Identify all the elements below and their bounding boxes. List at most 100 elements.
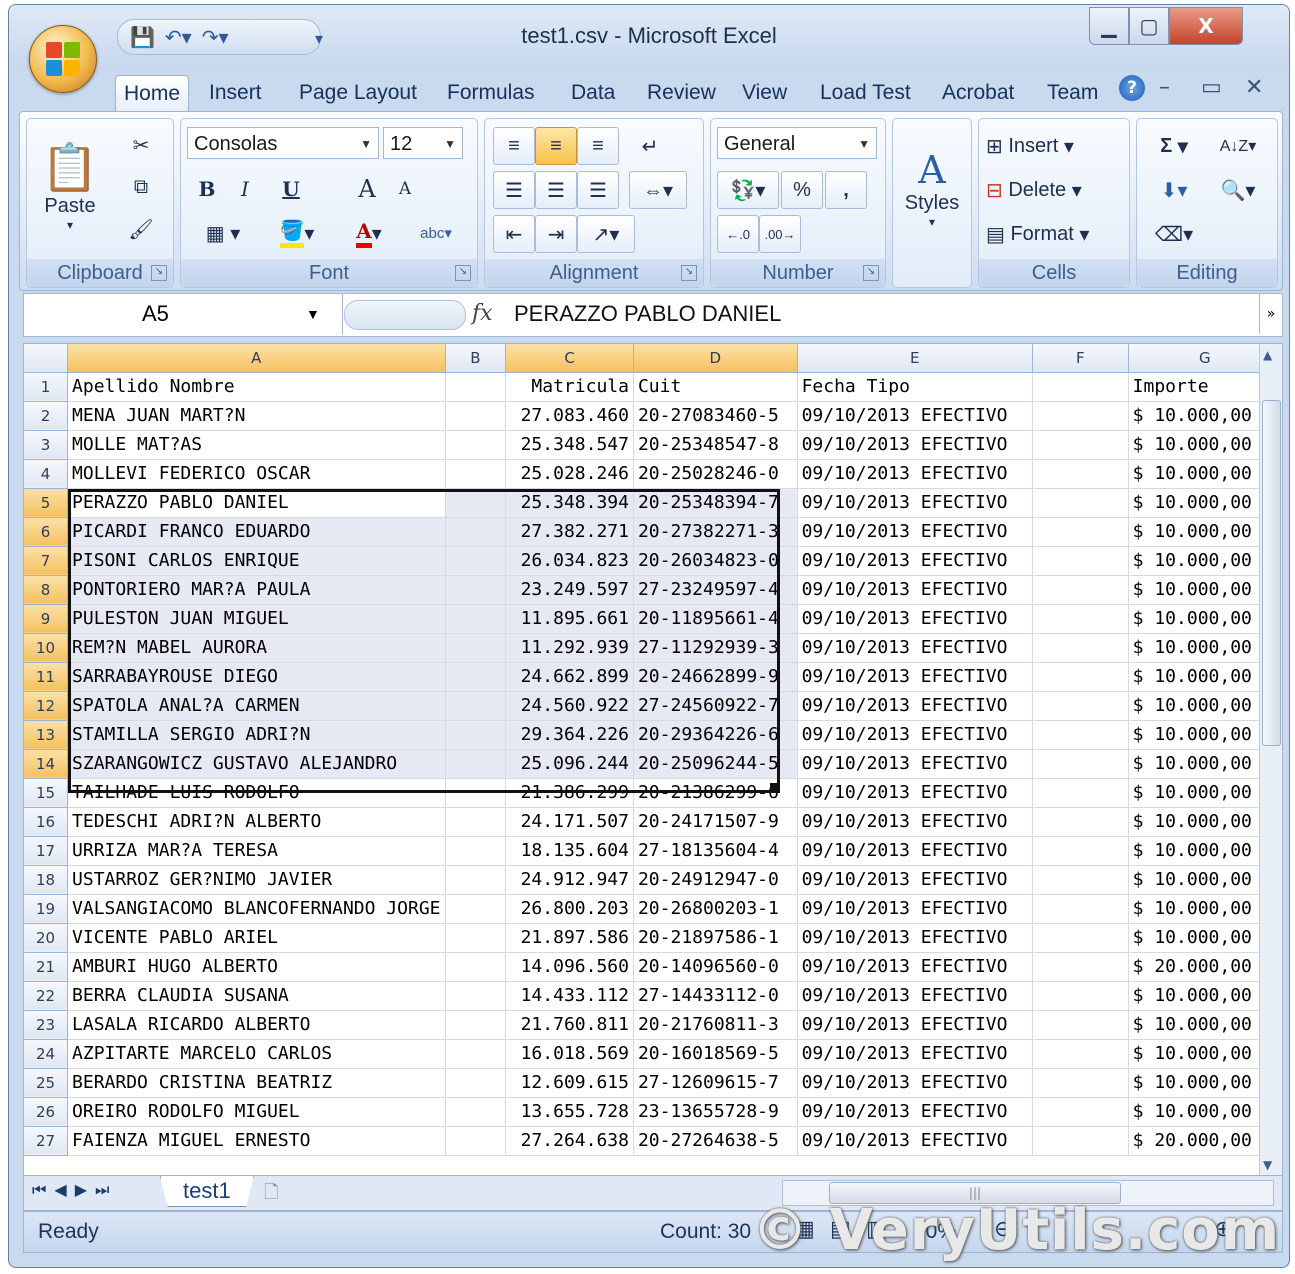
cell-b[interactable] — [445, 401, 507, 431]
cell-d[interactable]: 20-26034823-0 — [633, 546, 798, 576]
clipboard-launcher-icon[interactable]: ↘ — [151, 265, 167, 281]
cell-c[interactable]: 14.433.112 — [505, 981, 634, 1011]
paste-button[interactable]: 📋 Paste ▾ — [33, 125, 107, 247]
alignment-launcher-icon[interactable]: ↘ — [681, 265, 697, 281]
cell-b[interactable] — [445, 517, 507, 547]
cell-f[interactable] — [1032, 459, 1129, 489]
cell-e[interactable]: 09/10/2013 EFECTIVO — [797, 1097, 1033, 1127]
cell-b[interactable] — [445, 807, 507, 837]
office-button[interactable] — [29, 25, 97, 93]
tab-acrobat[interactable]: Acrobat — [934, 75, 1022, 111]
row-header[interactable]: 4 — [24, 459, 69, 489]
column-header-a[interactable]: A — [67, 344, 446, 373]
cell-d[interactable]: 20-16018569-5 — [633, 1039, 798, 1069]
cell-d[interactable]: 23-13655728-9 — [633, 1097, 798, 1127]
cell-e[interactable]: 09/10/2013 EFECTIVO — [797, 1126, 1033, 1156]
cell-b[interactable] — [445, 546, 507, 576]
font-name-select[interactable]: Consolas ▼ — [187, 127, 379, 159]
row-header[interactable]: 5 — [24, 488, 69, 518]
cell-a[interactable]: FAIENZA MIGUEL ERNESTO — [67, 1126, 446, 1156]
cell-c[interactable]: 24.171.507 — [505, 807, 634, 837]
cell-c[interactable]: 14.096.560 — [505, 952, 634, 982]
column-header-b[interactable]: B — [445, 344, 507, 373]
cell-b[interactable] — [445, 604, 507, 634]
row-header[interactable]: 23 — [24, 1010, 69, 1040]
cell-f[interactable] — [1032, 807, 1129, 837]
cell-f[interactable] — [1032, 1010, 1129, 1040]
cell-f[interactable] — [1032, 981, 1129, 1011]
merge-center-icon[interactable]: ⇔▾ — [629, 171, 687, 209]
cell-c[interactable]: Matricula — [505, 372, 634, 402]
cell-c[interactable]: 11.895.661 — [505, 604, 634, 634]
cell-c[interactable]: 13.655.728 — [505, 1097, 634, 1127]
row-header[interactable]: 24 — [24, 1039, 69, 1069]
cell-b[interactable] — [445, 1097, 507, 1127]
number-format-select[interactable]: General ▼ — [717, 127, 877, 159]
row-header[interactable]: 6 — [24, 517, 69, 547]
cell-a[interactable]: PISONI CARLOS ENRIQUE — [67, 546, 446, 576]
row-header[interactable]: 11 — [24, 662, 69, 692]
cell-b[interactable] — [445, 894, 507, 924]
delete-cells-button[interactable]: ⊟ Delete ▾ — [985, 171, 1123, 209]
cell-e[interactable]: 09/10/2013 EFECTIVO — [797, 691, 1033, 721]
align-center-icon[interactable]: ☰ — [535, 171, 577, 209]
cell-c[interactable]: 21.897.586 — [505, 923, 634, 953]
cell-d[interactable]: 20-27083460-5 — [633, 401, 798, 431]
cell-f[interactable] — [1032, 923, 1129, 953]
cell-d[interactable]: 20-27264638-5 — [633, 1126, 798, 1156]
tab-view[interactable]: View — [734, 75, 795, 111]
cell-e[interactable]: 09/10/2013 EFECTIVO — [797, 894, 1033, 924]
cell-a[interactable]: MOLLEVI FEDERICO OSCAR — [67, 459, 446, 489]
help-icon[interactable]: ? — [1119, 75, 1145, 101]
styles-button[interactable]: A Styles ▾ — [897, 125, 967, 251]
cell-a[interactable]: TAILHADE LUIS RODOLFO — [67, 778, 446, 808]
cell-b[interactable] — [445, 488, 507, 518]
align-top-icon[interactable]: ≡ — [493, 127, 535, 165]
cell-f[interactable] — [1032, 575, 1129, 605]
scroll-up-icon[interactable]: ▲ — [1263, 348, 1272, 362]
cell-f[interactable] — [1032, 1068, 1129, 1098]
decrease-decimal-icon[interactable]: .00→ — [759, 215, 801, 253]
cell-a[interactable]: URRIZA MAR?A TERESA — [67, 836, 446, 866]
autosum-button[interactable]: Σ ▾ — [1143, 127, 1205, 165]
tab-team[interactable]: Team — [1039, 75, 1106, 111]
cell-b[interactable] — [445, 865, 507, 895]
spreadsheet-grid[interactable]: A B C D E F G 1 Apellido Nombre Matricula C… — [23, 343, 1283, 1177]
row-header[interactable]: 20 — [24, 923, 69, 953]
cell-c[interactable]: 18.135.604 — [505, 836, 634, 866]
cell-f[interactable] — [1032, 401, 1129, 431]
row-header[interactable]: 13 — [24, 720, 69, 750]
row-header[interactable]: 10 — [24, 633, 69, 663]
format-cells-button[interactable]: ▤ Format ▾ — [985, 215, 1123, 253]
font-launcher-icon[interactable]: ↘ — [455, 265, 471, 281]
cell-a[interactable]: REM?N MABEL AURORA — [67, 633, 446, 663]
cell-b[interactable] — [445, 952, 507, 982]
row-header[interactable]: 2 — [24, 401, 69, 431]
cell-b[interactable] — [445, 720, 507, 750]
expand-formula-bar-icon[interactable]: » — [1259, 294, 1282, 334]
column-header-c[interactable]: C — [505, 344, 634, 373]
cell-b[interactable] — [445, 923, 507, 953]
cell-e[interactable]: 09/10/2013 EFECTIVO — [797, 923, 1033, 953]
cell-f[interactable] — [1032, 604, 1129, 634]
cell-d[interactable]: 20-29364226-6 — [633, 720, 798, 750]
orientation-icon[interactable]: ↗▾ — [577, 215, 635, 253]
row-header[interactable]: 14 — [24, 749, 69, 779]
cell-d[interactable]: 20-26800203-1 — [633, 894, 798, 924]
cell-a[interactable]: SZARANGOWICZ GUSTAVO ALEJANDRO — [67, 749, 446, 779]
cell-b[interactable] — [445, 1010, 507, 1040]
cell-e[interactable]: 09/10/2013 EFECTIVO — [797, 459, 1033, 489]
cell-a[interactable]: AZPITARTE MARCELO CARLOS — [67, 1039, 446, 1069]
cell-e[interactable]: 09/10/2013 EFECTIVO — [797, 546, 1033, 576]
tab-home[interactable]: Home — [115, 75, 190, 112]
formula-bar-splitter[interactable] — [344, 300, 466, 330]
percent-style-button[interactable]: % — [781, 171, 823, 209]
cell-a[interactable]: PULESTON JUAN MIGUEL — [67, 604, 446, 634]
workbook-close-icon[interactable]: ✕ — [1245, 75, 1263, 100]
cell-f[interactable] — [1032, 778, 1129, 808]
cell-b[interactable] — [445, 836, 507, 866]
cell-a[interactable]: BERARDO CRISTINA BEATRIZ — [67, 1068, 446, 1098]
font-color-button[interactable]: A ▾ — [335, 215, 403, 251]
align-middle-icon[interactable]: ≡ — [535, 127, 577, 165]
cell-c[interactable]: 25.028.246 — [505, 459, 634, 489]
